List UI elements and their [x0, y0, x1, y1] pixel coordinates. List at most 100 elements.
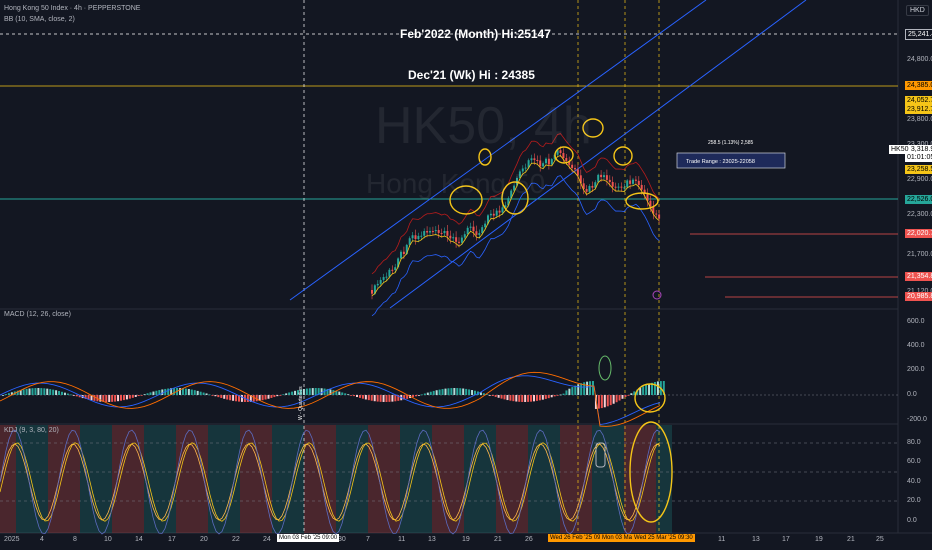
macd-label[interactable]: MACD (12, 26, close)	[4, 311, 71, 318]
candle-body	[576, 169, 579, 176]
macd-histogram-bar	[615, 395, 618, 403]
macd-histogram-bar	[538, 395, 541, 401]
time-tick-label: 19	[815, 536, 823, 543]
price-tag: 21,354.8	[905, 272, 932, 281]
macd-histogram-bar	[267, 395, 270, 399]
candle-body	[591, 185, 594, 188]
macd-histogram-bar	[509, 395, 512, 401]
dec-21-high-annotation[interactable]: Dec'21 (Wk) Hi : 24385	[408, 68, 535, 82]
time-tick-label: 11	[398, 536, 406, 543]
macd-histogram-bar	[394, 395, 397, 402]
macd-histogram-bar	[93, 395, 96, 401]
kdj-label[interactable]: KDJ (9, 3, 80, 20)	[4, 427, 59, 434]
macd-histogram-bar	[606, 395, 609, 407]
macd-histogram-bar	[246, 395, 249, 402]
macd-histogram-bar	[226, 395, 229, 400]
macd-histogram-bar	[642, 386, 645, 395]
macd-histogram-bar	[624, 395, 627, 397]
candle-body	[446, 230, 449, 236]
candle-body	[426, 231, 429, 233]
macd-histogram-bar	[240, 395, 243, 402]
macd-histogram-bar	[506, 395, 509, 401]
macd-histogram-bar	[199, 391, 202, 395]
candle-body	[443, 230, 446, 234]
candle-body	[634, 179, 637, 181]
feb-2022-high-annotation[interactable]: Feb'2022 (Month) Hi:25147	[400, 27, 551, 41]
alert-marker	[652, 290, 662, 300]
macd-histogram-bar	[488, 395, 491, 396]
candle-body	[545, 158, 547, 164]
macd-histogram-bar	[580, 383, 583, 395]
candle-body	[402, 251, 405, 255]
kdj-band	[192, 425, 208, 533]
macd-histogram-bar	[288, 392, 291, 395]
bb-indicator-label[interactable]: BB (10, SMA, close, 2)	[4, 16, 75, 23]
candle-body	[640, 184, 643, 190]
macd-histogram-bar	[589, 381, 592, 395]
macd-histogram-bar	[2, 395, 4, 396]
macd-histogram-bar	[347, 394, 350, 396]
macd-histogram-bar	[61, 391, 63, 395]
kdj-band	[64, 425, 80, 533]
candle-body	[400, 251, 402, 259]
macd-histogram-bar	[656, 381, 659, 395]
candle-body	[550, 159, 553, 165]
macd-histogram-bar	[350, 395, 353, 396]
chart-canvas[interactable]: Trade Range : 23025-22058 258.5 (1.13%) 2…	[0, 0, 932, 550]
kdj-band	[80, 425, 96, 533]
price-tag: 24,052.7	[905, 96, 932, 105]
macd-histogram-bar	[220, 395, 223, 398]
candle-body	[620, 186, 623, 188]
macd-histogram-bar	[468, 389, 471, 395]
macd-histogram-bar	[75, 395, 78, 397]
kdj-tick-label: 20.0	[907, 497, 921, 504]
macd-histogram-bar	[494, 395, 497, 397]
price-tick-label: 22,900.0	[907, 176, 932, 183]
candle-body	[614, 186, 617, 188]
time-tick-label: 11	[718, 536, 726, 543]
macd-tick-label: 0.0	[907, 391, 917, 398]
candle-body	[658, 214, 661, 219]
kdj-band	[0, 425, 16, 533]
highlight-ellipse	[613, 146, 633, 166]
candle-body	[626, 180, 629, 188]
macd-histogram-bar	[49, 389, 52, 395]
candle-body	[379, 279, 382, 284]
macd-histogram-bar	[167, 388, 170, 395]
macd-histogram-bar	[618, 395, 621, 401]
macd-histogram-bar	[264, 395, 267, 400]
time-tick-label: 19	[462, 536, 470, 543]
macd-histogram-bar	[627, 395, 630, 396]
price-tick-label: 24,800.0	[907, 56, 932, 63]
macd-histogram-bar	[630, 393, 633, 395]
macd-tick-label: 200.0	[907, 366, 925, 373]
macd-histogram-bar	[143, 394, 146, 395]
macd-histogram-bar	[311, 388, 314, 395]
candle-body	[608, 179, 611, 183]
macd-histogram-bar	[28, 388, 31, 395]
macd-histogram-bar	[547, 395, 550, 399]
time-tick-label: 17	[168, 536, 176, 543]
macd-histogram-bar	[356, 395, 358, 398]
currency-button[interactable]: HKD	[906, 5, 929, 16]
macd-histogram-bar	[146, 393, 149, 395]
macd-histogram-bar	[512, 395, 515, 402]
macd-histogram-bar	[140, 395, 143, 396]
macd-histogram-bar	[648, 383, 651, 395]
candle-body	[391, 269, 394, 271]
macd-histogram-bar	[639, 387, 642, 395]
macd-histogram-bar	[52, 389, 55, 395]
macd-histogram-bar	[530, 395, 533, 402]
macd-histogram-bar	[279, 395, 282, 396]
candle-body	[414, 235, 417, 240]
macd-histogram-bar	[282, 394, 285, 396]
kdj-band	[128, 425, 144, 533]
symbol-title[interactable]: Hong Kong 50 Index · 4h · PEPPERSTONE	[4, 5, 140, 12]
macd-histogram-bar	[63, 392, 66, 395]
candle-body	[547, 158, 550, 165]
candle-body	[469, 226, 472, 228]
macd-histogram-bar	[187, 389, 190, 395]
candle-body	[498, 210, 501, 213]
macd-histogram-bar	[117, 395, 120, 402]
macd-histogram-bar	[40, 388, 43, 395]
